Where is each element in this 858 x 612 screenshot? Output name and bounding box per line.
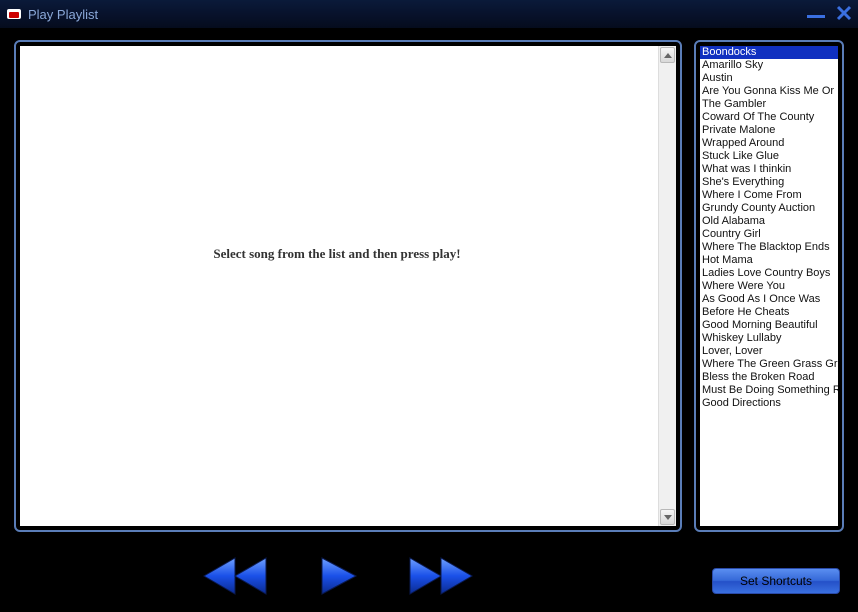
- list-item[interactable]: Stuck Like Glue: [700, 150, 838, 163]
- video-area: Select song from the list and then press…: [20, 46, 676, 526]
- window-controls: [806, 4, 854, 22]
- list-item[interactable]: Good Morning Beautiful: [700, 319, 838, 332]
- fast-forward-icon: [406, 554, 476, 598]
- list-item[interactable]: Before He Cheats: [700, 306, 838, 319]
- list-item[interactable]: Country Girl: [700, 228, 838, 241]
- play-icon: [316, 554, 360, 598]
- list-item[interactable]: Where The Blacktop Ends: [700, 241, 838, 254]
- list-item[interactable]: Must Be Doing Something Right: [700, 384, 838, 397]
- titlebar: Play Playlist: [0, 0, 858, 28]
- list-item[interactable]: What was I thinkin: [700, 163, 838, 176]
- close-button[interactable]: [834, 4, 854, 22]
- scroll-down-button[interactable]: [660, 509, 675, 525]
- list-item[interactable]: The Gambler: [700, 98, 838, 111]
- list-item[interactable]: She's Everything: [700, 176, 838, 189]
- video-pane: Select song from the list and then press…: [14, 40, 682, 532]
- list-item[interactable]: Lover, Lover: [700, 345, 838, 358]
- playlist-listbox[interactable]: BoondocksAmarillo SkyAustinAre You Gonna…: [700, 46, 838, 526]
- minimize-icon: [807, 7, 825, 19]
- scroll-up-button[interactable]: [660, 47, 675, 63]
- next-button[interactable]: [406, 554, 476, 603]
- list-item[interactable]: Where Were You: [700, 280, 838, 293]
- list-item[interactable]: Austin: [700, 72, 838, 85]
- minimize-button[interactable]: [806, 4, 826, 22]
- list-item[interactable]: Grundy County Auction: [700, 202, 838, 215]
- list-item[interactable]: As Good As I Once Was: [700, 293, 838, 306]
- list-item[interactable]: Where The Green Grass Grows: [700, 358, 838, 371]
- list-item[interactable]: Good Directions: [700, 397, 838, 410]
- chevron-down-icon: [664, 515, 672, 520]
- client-area: Select song from the list and then press…: [0, 28, 858, 612]
- list-item[interactable]: Ladies Love Country Boys: [700, 267, 838, 280]
- window-title: Play Playlist: [28, 7, 98, 22]
- list-item[interactable]: Boondocks: [700, 46, 838, 59]
- content-row: Select song from the list and then press…: [14, 40, 844, 532]
- list-item[interactable]: Hot Mama: [700, 254, 838, 267]
- close-icon: [836, 5, 852, 21]
- video-placeholder-message: Select song from the list and then press…: [20, 46, 654, 526]
- list-item[interactable]: Amarillo Sky: [700, 59, 838, 72]
- chevron-up-icon: [664, 53, 672, 58]
- video-scrollbar[interactable]: [658, 46, 676, 526]
- list-item[interactable]: Private Malone: [700, 124, 838, 137]
- rewind-icon: [200, 554, 270, 598]
- app-icon: [6, 6, 22, 22]
- list-item[interactable]: Are You Gonna Kiss Me Or Not: [700, 85, 838, 98]
- list-item[interactable]: Where I Come From: [700, 189, 838, 202]
- play-button[interactable]: [316, 554, 360, 603]
- transport-controls: [200, 554, 476, 603]
- controls-row: Set Shortcuts: [0, 540, 858, 612]
- set-shortcuts-button[interactable]: Set Shortcuts: [712, 568, 840, 594]
- list-item[interactable]: Wrapped Around: [700, 137, 838, 150]
- playlist-pane: BoondocksAmarillo SkyAustinAre You Gonna…: [694, 40, 844, 532]
- list-item[interactable]: Whiskey Lullaby: [700, 332, 838, 345]
- list-item[interactable]: Coward Of The County: [700, 111, 838, 124]
- list-item[interactable]: Bless the Broken Road: [700, 371, 838, 384]
- previous-button[interactable]: [200, 554, 270, 603]
- list-item[interactable]: Old Alabama: [700, 215, 838, 228]
